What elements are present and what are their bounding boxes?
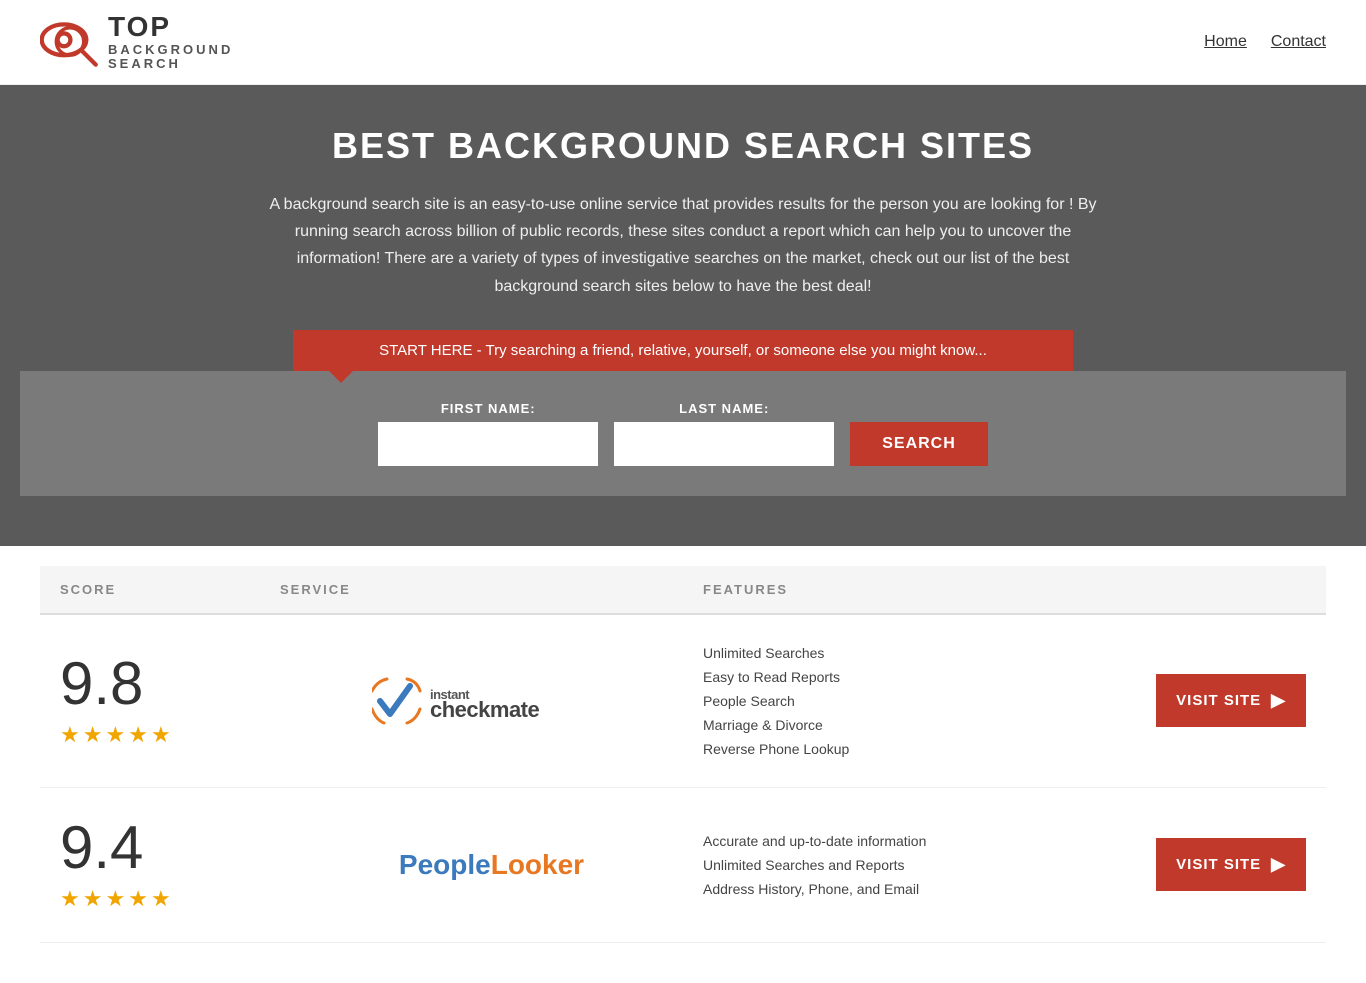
star-3: ★ bbox=[105, 722, 125, 748]
first-name-group: FIRST NAME: bbox=[378, 401, 598, 466]
last-name-group: LAST NAME: bbox=[614, 401, 834, 466]
score-value-1: 9.8 bbox=[60, 654, 143, 714]
table-header: SCORE SERVICE FEATURES bbox=[40, 566, 1326, 615]
logo: TOP BACKGROUNDSEARCH bbox=[40, 12, 233, 71]
main-nav: Home Contact bbox=[1204, 33, 1326, 51]
logo-text: TOP BACKGROUNDSEARCH bbox=[108, 12, 233, 71]
last-name-input[interactable] bbox=[614, 422, 834, 466]
people-text: People bbox=[399, 849, 491, 880]
looker-text: Looker bbox=[491, 849, 584, 880]
nav-home[interactable]: Home bbox=[1204, 33, 1247, 51]
first-name-label: FIRST NAME: bbox=[378, 401, 598, 416]
feature-2-2: Unlimited Searches and Reports bbox=[703, 857, 1126, 873]
feature-1-4: Marriage & Divorce bbox=[703, 717, 1126, 733]
star-2: ★ bbox=[83, 722, 103, 748]
service-cell-2: PeopleLooker bbox=[280, 849, 703, 881]
star-2-4: ★ bbox=[128, 886, 148, 912]
star-2-3: ★ bbox=[105, 886, 125, 912]
logo-icon bbox=[40, 14, 100, 69]
feature-2-1: Accurate and up-to-date information bbox=[703, 833, 1126, 849]
col-service: SERVICE bbox=[280, 582, 703, 597]
stars-2: ★ ★ ★ ★ ★ bbox=[60, 886, 171, 912]
search-banner: START HERE - Try searching a friend, rel… bbox=[293, 330, 1073, 371]
score-value-2: 9.4 bbox=[60, 818, 143, 878]
visit-site-button-1[interactable]: VISIT SITE ▶ bbox=[1156, 674, 1306, 727]
search-button[interactable]: SEARCH bbox=[850, 422, 988, 466]
star-5: ★ bbox=[151, 722, 171, 748]
features-cell-2: Accurate and up-to-date information Unli… bbox=[703, 833, 1126, 897]
hero-description: A background search site is an easy-to-u… bbox=[253, 191, 1113, 300]
col-features: FEATURES bbox=[703, 582, 1126, 597]
col-score: SCORE bbox=[60, 582, 280, 597]
table-row: 9.8 ★ ★ ★ ★ ★ bbox=[40, 615, 1326, 788]
star-2-2: ★ bbox=[83, 886, 103, 912]
people-looker-logo: PeopleLooker bbox=[399, 849, 584, 881]
nav-contact[interactable]: Contact bbox=[1271, 33, 1326, 51]
star-1: ★ bbox=[60, 722, 80, 748]
checkmate-logo-svg: instant checkmate bbox=[372, 671, 612, 731]
star-2-1: ★ bbox=[60, 886, 80, 912]
stars-1: ★ ★ ★ ★ ★ bbox=[60, 722, 171, 748]
visit-cell-2: VISIT SITE ▶ bbox=[1126, 838, 1306, 891]
header: TOP BACKGROUNDSEARCH Home Contact bbox=[0, 0, 1366, 85]
visit-cell-1: VISIT SITE ▶ bbox=[1126, 674, 1306, 727]
last-name-label: LAST NAME: bbox=[614, 401, 834, 416]
star-4: ★ bbox=[128, 722, 148, 748]
score-cell-1: 9.8 ★ ★ ★ ★ ★ bbox=[60, 654, 280, 748]
score-cell-2: 9.4 ★ ★ ★ ★ ★ bbox=[60, 818, 280, 912]
svg-text:checkmate: checkmate bbox=[430, 697, 540, 722]
features-cell-1: Unlimited Searches Easy to Read Reports … bbox=[703, 645, 1126, 757]
hero-section: BEST BACKGROUND SEARCH SITES A backgroun… bbox=[0, 85, 1366, 546]
search-form-area: FIRST NAME: LAST NAME: SEARCH bbox=[20, 371, 1346, 496]
logo-top-text: TOP bbox=[108, 12, 233, 43]
table-row: 9.4 ★ ★ ★ ★ ★ PeopleLooker Accurate and … bbox=[40, 788, 1326, 943]
service-cell-1: instant checkmate bbox=[280, 671, 703, 731]
feature-1-1: Unlimited Searches bbox=[703, 645, 1126, 661]
page-title: BEST BACKGROUND SEARCH SITES bbox=[20, 125, 1346, 167]
feature-2-3: Address History, Phone, and Email bbox=[703, 881, 1126, 897]
arrow-icon-1: ▶ bbox=[1271, 690, 1286, 711]
feature-1-2: Easy to Read Reports bbox=[703, 669, 1126, 685]
visit-site-button-2[interactable]: VISIT SITE ▶ bbox=[1156, 838, 1306, 891]
first-name-input[interactable] bbox=[378, 422, 598, 466]
col-action bbox=[1126, 582, 1306, 597]
feature-1-5: Reverse Phone Lookup bbox=[703, 741, 1126, 757]
arrow-icon-2: ▶ bbox=[1271, 854, 1286, 875]
results-table-section: SCORE SERVICE FEATURES 9.8 ★ ★ ★ ★ ★ bbox=[0, 566, 1366, 983]
star-2-5: ★ bbox=[151, 886, 171, 912]
logo-bottom-text: BACKGROUNDSEARCH bbox=[108, 43, 233, 72]
search-form: FIRST NAME: LAST NAME: SEARCH bbox=[253, 401, 1113, 466]
feature-1-3: People Search bbox=[703, 693, 1126, 709]
visit-btn-label-1: VISIT SITE bbox=[1176, 692, 1261, 709]
search-banner-text: START HERE - Try searching a friend, rel… bbox=[379, 342, 987, 359]
visit-btn-label-2: VISIT SITE bbox=[1176, 856, 1261, 873]
